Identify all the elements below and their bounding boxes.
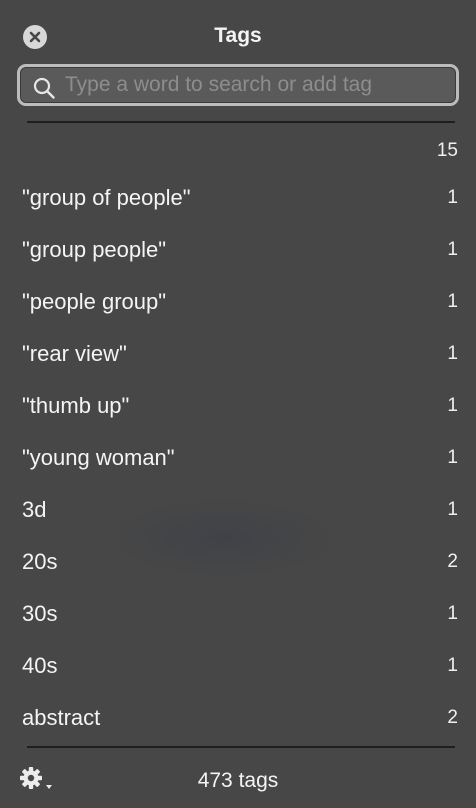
search-field[interactable] xyxy=(17,64,459,106)
tag-label: 20s xyxy=(22,549,58,574)
tag-label: "group people" xyxy=(22,237,167,262)
search-input[interactable] xyxy=(65,67,450,103)
tag-count: 1 xyxy=(447,291,458,312)
search-icon xyxy=(33,77,55,99)
tag-label: 30s xyxy=(22,601,58,626)
tag-count: 1 xyxy=(447,603,458,624)
tag-count: 1 xyxy=(447,187,458,208)
tag-count: 1 xyxy=(447,343,458,364)
tag-row[interactable]: 20s 2 xyxy=(0,536,476,588)
tag-count: 2 xyxy=(447,707,458,728)
tag-count: 1 xyxy=(447,447,458,468)
tag-label: abstract xyxy=(22,705,101,730)
tag-row[interactable]: "group people" 1 xyxy=(0,224,476,276)
tag-row[interactable]: "people group" 1 xyxy=(0,276,476,328)
tag-label: 40s xyxy=(22,653,58,678)
window-title: Tags xyxy=(214,24,262,47)
tag-row[interactable]: 40s 1 xyxy=(0,640,476,692)
tag-count-label: 473 tags xyxy=(197,769,279,792)
title-bar: Tags xyxy=(0,0,476,62)
tag-label: "young woman" xyxy=(22,445,175,470)
tag-list: 15 "group of people" 1 "group people" 1 "peo… xyxy=(0,130,476,744)
tag-row[interactable]: abstract 2 xyxy=(0,692,476,744)
tags-panel: Tags 15 "group of people"1"group people"… xyxy=(0,0,476,808)
tag-count: 1 xyxy=(447,655,458,676)
divider xyxy=(27,121,455,123)
tag-label: "thumb up" xyxy=(22,393,130,418)
divider xyxy=(27,746,455,748)
tag-label: 3d xyxy=(22,497,47,522)
summary-row: 15 xyxy=(0,130,476,172)
tag-count: 1 xyxy=(447,239,458,260)
tag-label: "group of people" xyxy=(22,185,191,210)
tag-count: 1 xyxy=(447,499,458,520)
tag-count: 2 xyxy=(447,551,458,572)
tag-row[interactable]: 3d 1 xyxy=(0,484,476,536)
tag-row[interactable]: "group of people" 1 xyxy=(0,172,476,224)
tag-label: "people group" xyxy=(22,289,167,314)
tag-row[interactable]: 30s 1 xyxy=(0,588,476,640)
tag-row[interactable]: "young woman" 1 xyxy=(0,432,476,484)
tag-label: "rear view" xyxy=(22,341,127,366)
tag-row[interactable]: "rear view" 1 xyxy=(0,328,476,380)
footer: 473 tags xyxy=(0,750,476,808)
summary-count: 15 xyxy=(436,140,458,161)
tag-row[interactable]: "thumb up" 1 xyxy=(0,380,476,432)
tag-count: 1 xyxy=(447,395,458,416)
